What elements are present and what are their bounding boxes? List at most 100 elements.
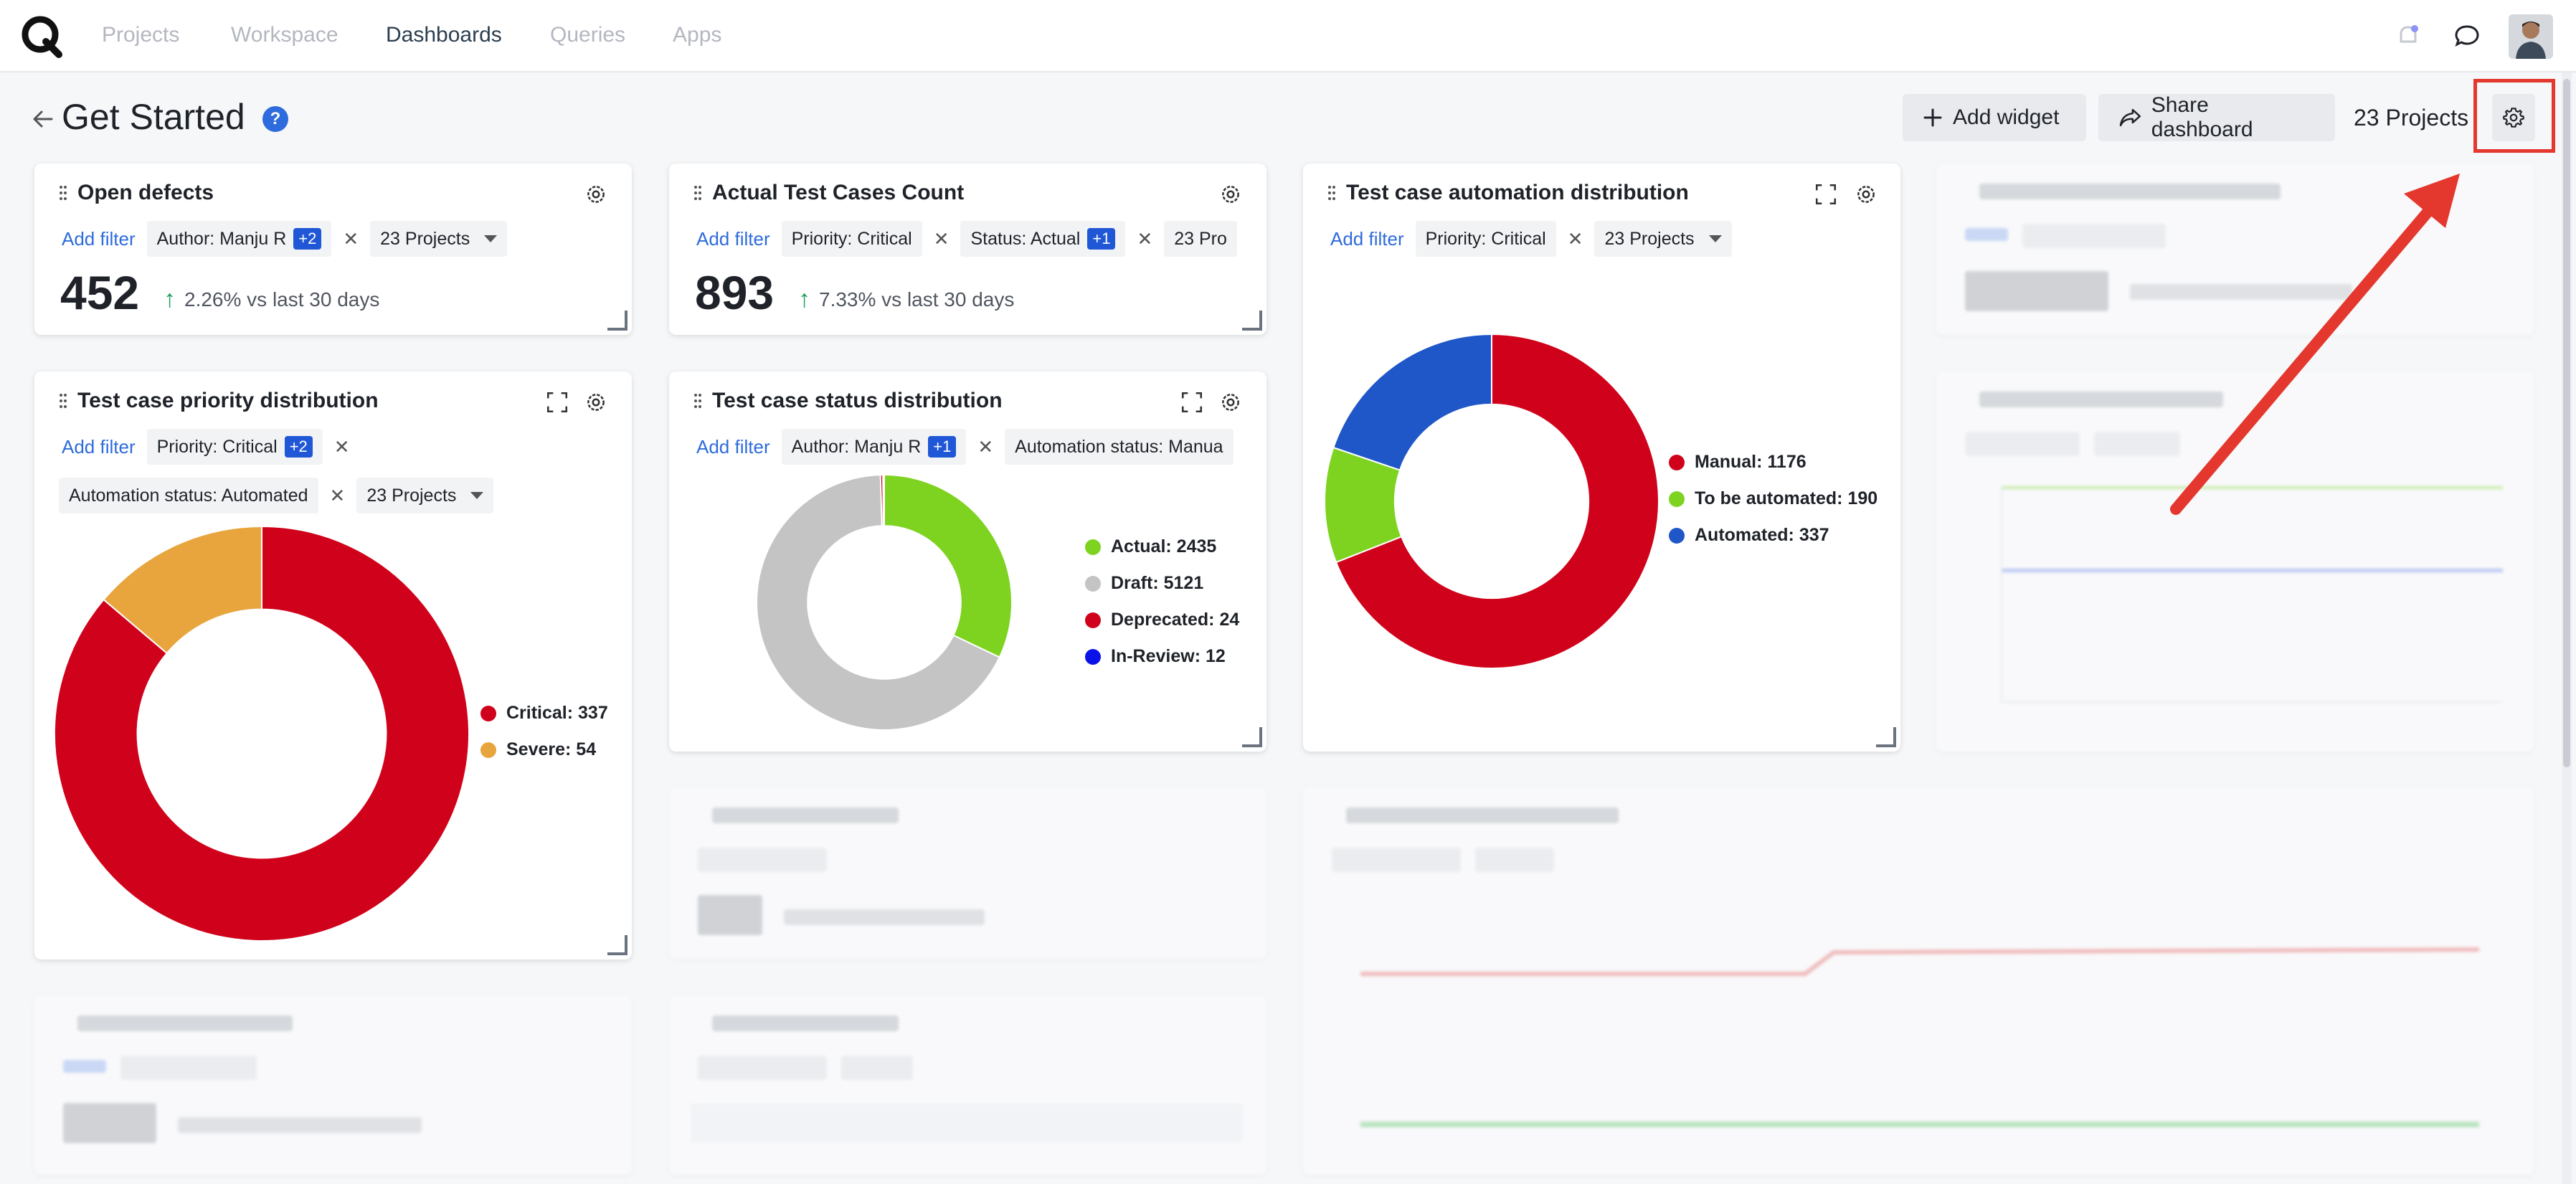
chip-count-badge: +2	[293, 228, 322, 250]
chip-label: Priority: Critical	[156, 436, 278, 457]
filter-chip-projects[interactable]: 23 Projects	[1594, 221, 1732, 257]
add-widget-button[interactable]: Add widget	[1903, 94, 2086, 141]
nav-queries[interactable]: Queries	[550, 23, 625, 47]
gear-icon[interactable]	[1218, 390, 1243, 415]
donut-slice-in-review[interactable]	[882, 473, 885, 527]
widget-placeholder-active-test-case-count[interactable]	[34, 995, 632, 1175]
resize-handle-icon[interactable]	[607, 935, 628, 955]
widget-placeholder-automation-ratio-chart[interactable]	[1303, 787, 2534, 1175]
legend-swatch	[1669, 454, 1685, 470]
filter-chip-automation-status[interactable]: Automation status: Manua	[1005, 429, 1233, 465]
chevron-down-icon	[470, 492, 484, 499]
remove-filter-icon[interactable]: ✕	[334, 436, 350, 458]
gear-icon[interactable]	[1854, 182, 1878, 207]
share-icon	[2119, 108, 2141, 127]
legend-item-to-be-automated: To be automated: 190	[1669, 488, 1877, 509]
legend-label: Deprecated: 24	[1111, 610, 1240, 630]
gear-icon[interactable]	[584, 390, 608, 415]
app-logo-icon[interactable]	[19, 13, 66, 60]
filter-chip-projects[interactable]: 23 Projects	[356, 478, 494, 513]
filter-chip-projects[interactable]: 23 Projects	[370, 221, 508, 257]
remove-filter-icon[interactable]: ✕	[934, 228, 950, 250]
resize-handle-icon[interactable]	[1876, 727, 1896, 747]
nav-workspace[interactable]: Workspace	[231, 23, 338, 47]
filter-chip-author[interactable]: Author: Manju R +1	[781, 429, 967, 465]
trend-up-icon: ↑	[798, 285, 810, 313]
legend-label: Draft: 5121	[1111, 573, 1204, 593]
chip-label: Author: Manju R	[156, 228, 287, 249]
filter-chip-status[interactable]: Status: Actual +1	[960, 221, 1126, 257]
filter-chip-automation-status[interactable]: Automation status: Automated	[59, 478, 318, 513]
legend-swatch	[1669, 491, 1685, 507]
drag-handle-icon[interactable]	[59, 185, 67, 201]
legend-item-critical: Critical: 337	[480, 703, 608, 724]
filter-chip-projects[interactable]: 23 Pro	[1164, 221, 1237, 257]
chip-count-badge: +1	[928, 436, 957, 458]
drag-handle-icon[interactable]	[693, 393, 702, 409]
legend-swatch	[1085, 539, 1101, 555]
metric-value: 452	[60, 266, 140, 319]
filter-chip-author[interactable]: Author: Manju R +2	[146, 221, 332, 257]
legend-label: Automated: 337	[1695, 525, 1829, 545]
legend-item-automated: Automated: 337	[1669, 525, 1877, 546]
drag-handle-icon[interactable]	[1327, 185, 1336, 201]
page-title: Get Started	[62, 97, 245, 137]
settings-highlight-box	[2473, 79, 2555, 153]
widget-placeholder-automation-ratio[interactable]	[1936, 164, 2534, 335]
gear-icon[interactable]	[1218, 182, 1243, 207]
chip-label: Automation status: Manua	[1015, 436, 1223, 457]
donut-slice-actual[interactable]	[884, 473, 1013, 658]
expand-icon[interactable]	[1814, 182, 1838, 207]
widget-placeholder-test-results-events[interactable]	[669, 995, 1266, 1175]
resize-handle-icon[interactable]	[1242, 727, 1262, 747]
help-icon[interactable]: ?	[262, 106, 288, 132]
back-arrow-icon[interactable]	[30, 106, 56, 132]
remove-filter-icon[interactable]: ✕	[330, 485, 346, 507]
drag-handle-icon[interactable]	[59, 393, 67, 409]
metric-trend: ↑ 2.26% vs last 30 days	[164, 285, 379, 313]
add-filter-link[interactable]: Add filter	[696, 228, 770, 250]
share-dashboard-button[interactable]: Share dashboard	[2098, 93, 2335, 141]
user-avatar[interactable]	[2509, 14, 2553, 59]
chart-legend: Manual: 1176 To be automated: 190 Automa…	[1669, 452, 1877, 546]
share-dashboard-label: Share dashboard	[2151, 93, 2253, 141]
chevron-down-icon	[484, 235, 498, 242]
legend-item-severe: Severe: 54	[480, 739, 608, 760]
widget-priority-distribution[interactable]: Test case priority distribution Add filt…	[34, 371, 632, 960]
widget-placeholder-requirements-count[interactable]	[669, 787, 1266, 959]
widget-status-distribution[interactable]: Test case status distribution Add filter…	[669, 371, 1266, 752]
filter-chip-priority[interactable]: Priority: Critical +2	[146, 429, 323, 465]
drag-handle-icon[interactable]	[693, 185, 702, 201]
projects-count[interactable]: 23 Projects	[2354, 105, 2468, 131]
nav-dashboards[interactable]: Dashboards	[386, 23, 502, 47]
gear-icon[interactable]	[584, 182, 608, 207]
nav-projects[interactable]: Projects	[102, 23, 179, 47]
filter-chip-priority[interactable]: Priority: Critical	[1415, 221, 1556, 257]
widget-placeholder-automation-velocity[interactable]	[1936, 371, 2534, 752]
widget-actual-test-cases-count[interactable]: Actual Test Cases Count Add filter Prior…	[669, 164, 1266, 335]
notification-bell-icon[interactable]	[2394, 22, 2423, 50]
widget-open-defects[interactable]: Open defects Add filter Author: Manju R +…	[34, 164, 632, 335]
scrollbar-thumb[interactable]	[2563, 79, 2570, 767]
resize-handle-icon[interactable]	[1242, 311, 1262, 331]
trend-text: 2.26% vs last 30 days	[184, 288, 380, 311]
remove-filter-icon[interactable]: ✕	[1568, 228, 1583, 250]
add-filter-link[interactable]: Add filter	[62, 228, 136, 250]
remove-filter-icon[interactable]: ✕	[1137, 228, 1152, 250]
nav-apps[interactable]: Apps	[673, 23, 721, 47]
expand-icon[interactable]	[545, 390, 569, 415]
chip-count-badge: +2	[284, 436, 313, 458]
remove-filter-icon[interactable]: ✕	[343, 228, 359, 250]
chat-icon[interactable]	[2453, 22, 2481, 50]
add-filter-link[interactable]: Add filter	[1330, 228, 1404, 250]
expand-icon[interactable]	[1180, 390, 1204, 415]
chart-legend: Actual: 2435 Draft: 5121 Deprecated: 24 …	[1085, 536, 1239, 667]
add-filter-link[interactable]: Add filter	[62, 436, 136, 458]
donut-slice-automated[interactable]	[1332, 333, 1492, 471]
chip-count-badge: +1	[1087, 228, 1116, 250]
filter-chip-priority[interactable]: Priority: Critical	[781, 221, 922, 257]
widget-automation-distribution[interactable]: Test case automation distribution Add fi…	[1303, 164, 1900, 752]
resize-handle-icon[interactable]	[607, 311, 628, 331]
add-filter-link[interactable]: Add filter	[696, 436, 770, 458]
remove-filter-icon[interactable]: ✕	[977, 436, 993, 458]
